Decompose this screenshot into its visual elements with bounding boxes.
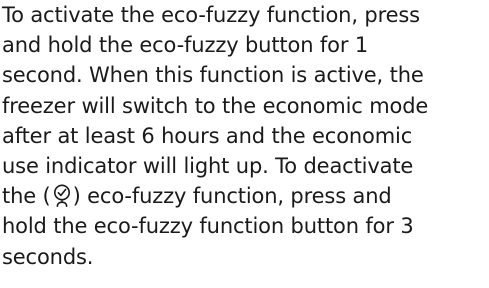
text-line-4: freezer will switch to the economic mode	[2, 94, 429, 118]
text-line-7-end: ) eco-fuzzy function, press and	[72, 184, 392, 208]
text-line-8: hold the eco-fuzzy function button for 3	[2, 214, 414, 238]
text-line-7-start: the (	[2, 184, 51, 208]
text-line-1: To activate the eco-fuzzy function, pres…	[2, 3, 420, 27]
text-line-3: second. When this function is active, th…	[2, 63, 424, 87]
eco-fuzzy-icon	[51, 183, 73, 209]
text-line-9: seconds.	[2, 245, 94, 269]
text-line-5: after at least 6 hours and the economic	[2, 124, 413, 148]
text-line-2: and hold the eco-fuzzy button for 1	[2, 33, 369, 57]
text-line-6: use indicator will light up. To deactiva…	[2, 154, 414, 178]
instruction-text-block: To activate the eco-fuzzy function, pres…	[0, 0, 489, 288]
text-line-7: the ( ) eco-fuzzy function, press and	[2, 181, 392, 211]
